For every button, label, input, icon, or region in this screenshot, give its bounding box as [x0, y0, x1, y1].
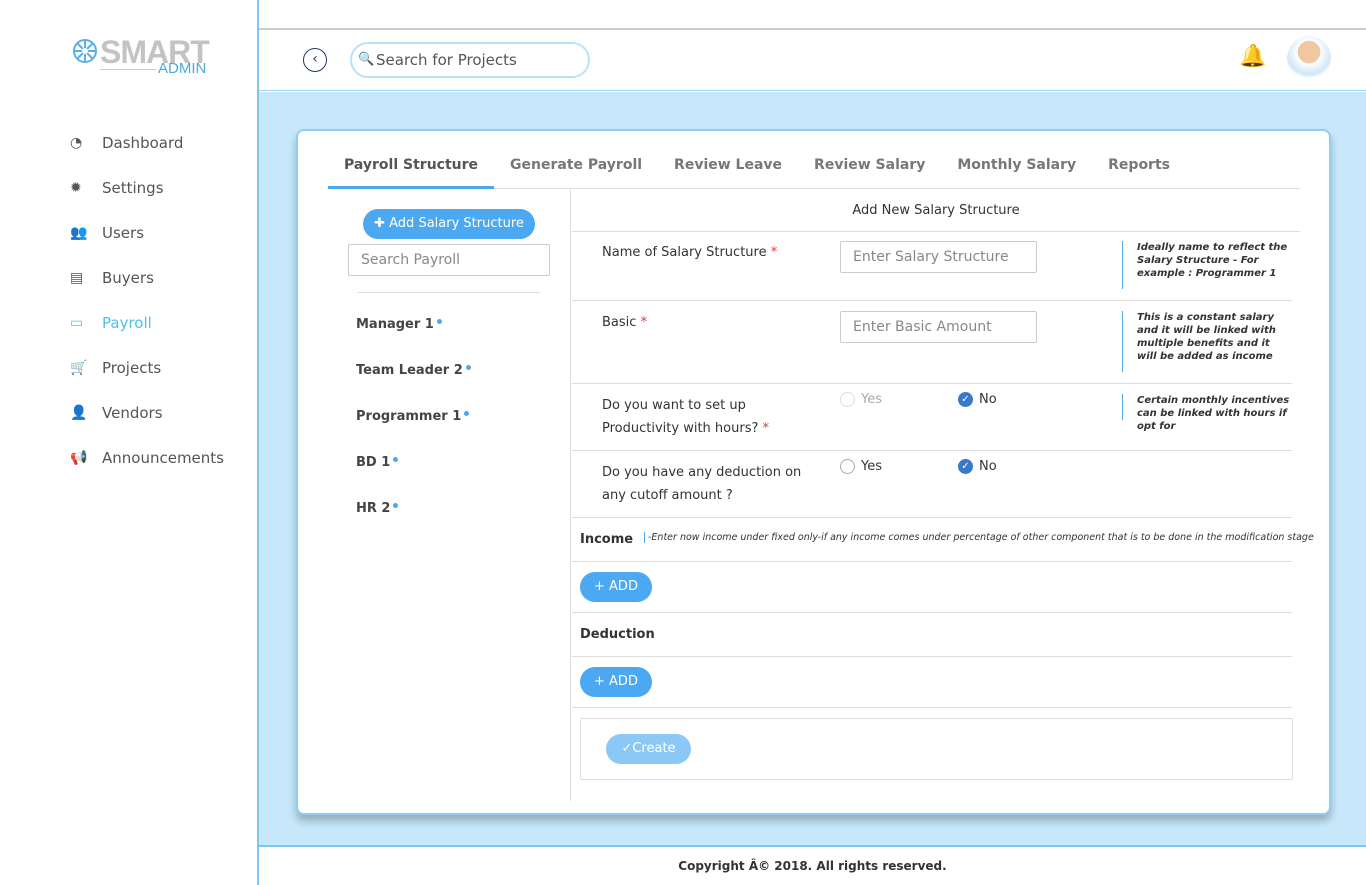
status-dot-icon	[465, 365, 471, 370]
tab-review-salary[interactable]: Review Salary	[798, 153, 941, 189]
sidebar-item-users[interactable]: 👥 Users	[70, 210, 224, 255]
sidebar-item-dashboard[interactable]: ◔ Dashboard	[70, 120, 224, 165]
basic-note: This is a constant salary and it will be…	[1122, 311, 1292, 372]
productivity-note: Certain monthly incentives can be linked…	[1122, 394, 1292, 432]
payroll-list-item[interactable]: BD 1	[356, 455, 471, 501]
sidebar-item-label: Users	[102, 223, 145, 242]
status-dot-icon	[393, 503, 399, 508]
salary-structure-form: Add New Salary Structure Name of Salary …	[572, 189, 1314, 788]
income-note: -Enter now income under fixed only-if an…	[644, 532, 1314, 543]
payroll-list-item[interactable]: Team Leader 2	[356, 363, 471, 409]
content-area: Payroll Structure Generate Payroll Review …	[259, 92, 1366, 847]
logo-admin: ADMIN	[158, 60, 207, 77]
form-title: Add New Salary Structure	[572, 189, 1300, 232]
create-button[interactable]: ✓Create	[606, 734, 691, 764]
gear-icon: ✹	[70, 179, 82, 196]
sidebar-item-label: Buyers	[102, 268, 154, 287]
user-plus-icon: 👤	[70, 404, 88, 421]
cart-icon: 🛒	[70, 359, 88, 376]
back-button[interactable]: ‹	[303, 48, 327, 72]
tab-review-leave[interactable]: Review Leave	[658, 153, 798, 189]
sidebar-item-vendors[interactable]: 👤 Vendors	[70, 390, 224, 435]
add-salary-structure-button[interactable]: ✚ Add Salary Structure	[363, 209, 535, 239]
sidebar-item-buyers[interactable]: ▤ Buyers	[70, 255, 224, 300]
deduction-yes-radio[interactable]: Yes	[840, 459, 882, 474]
payroll-list-item[interactable]: Programmer 1	[356, 409, 471, 455]
deduction-no-radio[interactable]: ✓ No	[958, 459, 997, 474]
payroll-list-panel: ✚ Add Salary Structure Search Payroll Ma…	[328, 189, 571, 801]
id-card-icon: ▤	[70, 269, 84, 286]
search-icon: 🔍	[358, 52, 375, 67]
sidebar-nav: ◔ Dashboard ✹ Settings 👥 Users ▤ Buyers ▭ Payroll…	[70, 120, 224, 480]
avatar[interactable]	[1287, 36, 1331, 82]
tab-payroll-structure[interactable]: Payroll Structure	[328, 153, 495, 189]
credit-card-icon: ▭	[70, 314, 84, 331]
payroll-list-item[interactable]: Manager 1	[356, 317, 471, 363]
create-panel: ✓Create	[580, 718, 1293, 780]
users-icon: 👥	[70, 224, 88, 241]
name-note: Ideally name to reflect the Salary Struc…	[1122, 241, 1292, 289]
status-dot-icon	[393, 457, 399, 462]
name-label: Name of Salary Structure *	[602, 245, 778, 260]
productivity-no-radio[interactable]: ✓ No	[958, 392, 997, 407]
status-dot-icon	[464, 411, 470, 416]
deduction-question-label: Do you have any deduction on any cutoff a…	[602, 465, 802, 503]
topbar: ‹ 🔍 Search for Projects 🔔	[259, 28, 1366, 91]
dashboard-icon: ◔	[70, 134, 83, 151]
add-deduction-button[interactable]: + ADD	[580, 667, 652, 697]
basic-amount-input[interactable]: Enter Basic Amount	[840, 311, 1037, 343]
sidebar-item-settings[interactable]: ✹ Settings	[70, 165, 224, 210]
tab-bar: Payroll Structure Generate Payroll Review …	[328, 153, 1300, 189]
basic-label: Basic *	[602, 315, 648, 330]
sidebar-item-label: Projects	[102, 358, 162, 377]
search-input[interactable]: 🔍 Search for Projects	[350, 42, 590, 78]
payroll-list-item[interactable]: HR 2	[356, 501, 471, 547]
logo: SMART ADMIN	[72, 34, 210, 77]
productivity-label: Do you want to set up Productivity with h…	[602, 398, 770, 436]
sidebar-item-label: Vendors	[102, 403, 163, 422]
sidebar-item-label: Settings	[102, 178, 164, 197]
bell-icon[interactable]: 🔔	[1239, 44, 1266, 69]
sidebar-item-label: Announcements	[102, 448, 224, 467]
income-label: Income	[580, 532, 634, 547]
footer-copyright: Copyright Â© 2018. All rights reserved.	[678, 859, 947, 873]
sidebar-item-projects[interactable]: 🛒 Projects	[70, 345, 224, 390]
tab-reports[interactable]: Reports	[1092, 153, 1186, 189]
search-payroll-input[interactable]: Search Payroll	[348, 244, 550, 276]
add-income-button[interactable]: + ADD	[580, 572, 652, 602]
megaphone-icon: 📢	[70, 449, 88, 466]
sidebar-item-label: Dashboard	[102, 133, 184, 152]
salary-structure-name-input[interactable]: Enter Salary Structure	[840, 241, 1037, 273]
sidebar-item-payroll[interactable]: ▭ Payroll	[70, 300, 224, 345]
tab-generate-payroll[interactable]: Generate Payroll	[494, 153, 658, 189]
sidebar-item-label: Payroll	[102, 313, 152, 332]
tab-monthly-salary[interactable]: Monthly Salary	[941, 153, 1092, 189]
sidebar: SMART ADMIN ◔ Dashboard ✹ Settings 👥 Users ▤ Bu…	[0, 0, 259, 885]
productivity-yes-radio[interactable]: Yes	[840, 392, 882, 407]
status-dot-icon	[436, 319, 442, 324]
payroll-card: Payroll Structure Generate Payroll Review …	[296, 129, 1331, 815]
sidebar-item-announcements[interactable]: 📢 Announcements	[70, 435, 224, 480]
deduction-label: Deduction	[580, 627, 655, 642]
logo-wheel-icon	[73, 39, 97, 63]
